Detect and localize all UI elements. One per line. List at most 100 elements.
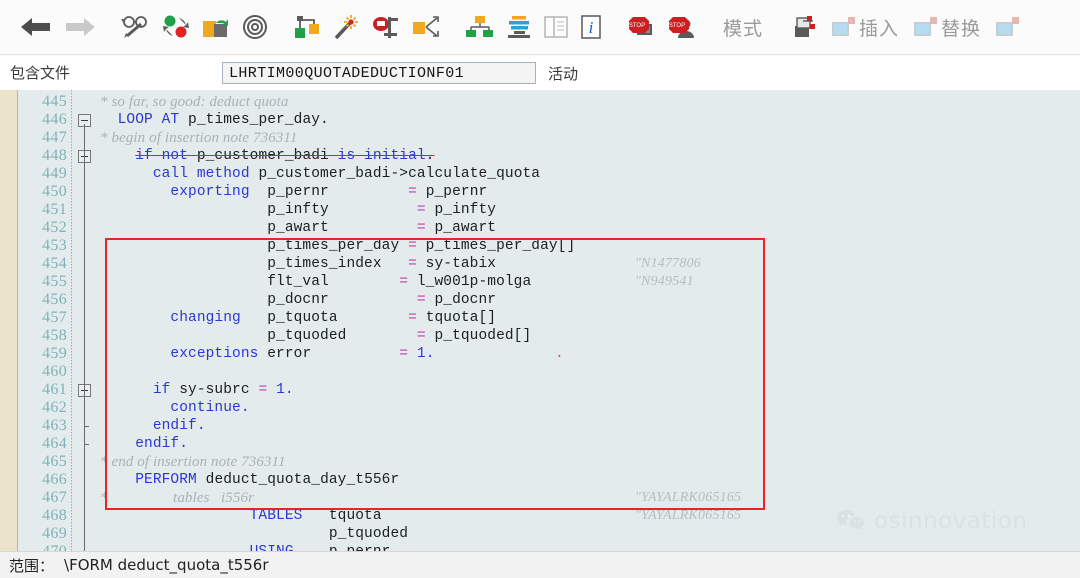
- line-code: if not p_customer_badi is initial.: [135, 148, 435, 164]
- line-code: p_tquoded = p_tquoded[]: [100, 328, 532, 344]
- line-code: p_awart = p_awart: [100, 220, 497, 236]
- code-line[interactable]: 461 if sy-subrc = 1.: [0, 381, 1080, 399]
- code-line[interactable]: 459 exceptions error = 1..: [0, 345, 1080, 363]
- red-flag-activate-icon[interactable]: [366, 5, 406, 49]
- mode-menu[interactable]: 模式: [716, 5, 772, 49]
- line-number: 458: [42, 327, 67, 344]
- code-line[interactable]: 457 changing p_tquota = tquota[]: [0, 309, 1080, 327]
- info-icon[interactable]: i: [574, 5, 608, 49]
- code-line[interactable]: 448 if not p_customer_badi is initial.: [0, 147, 1080, 165]
- back-arrow-icon[interactable]: [14, 5, 58, 49]
- code-line[interactable]: 455 flt_val = l_w001p-molga ″N949541: [0, 273, 1080, 291]
- line-number: 461: [42, 381, 67, 398]
- line-number: 467: [42, 489, 67, 506]
- spiral-pattern-icon[interactable]: [236, 5, 274, 49]
- code-line[interactable]: 449 call method p_customer_badi->calcula…: [0, 165, 1080, 183]
- hierarchy-icon[interactable]: [460, 5, 500, 49]
- line-note-comment: ″YAYALRK065165: [635, 508, 742, 523]
- user-breakpoint-icon[interactable]: STOP: [662, 5, 702, 49]
- line-code: p_tquoded: [100, 526, 409, 542]
- code-line[interactable]: 447 * begin of insertion note 736311: [0, 129, 1080, 147]
- line-code: p_docnr = p_docnr: [100, 292, 497, 308]
- line-code: LOOP AT p_times_per_day.: [117, 112, 329, 128]
- inline-marker: .: [555, 346, 564, 362]
- code-line[interactable]: 452 p_awart = p_awart: [0, 219, 1080, 237]
- replace-button[interactable]: 替换: [908, 5, 990, 49]
- line-number: 469: [42, 525, 67, 542]
- code-line[interactable]: 450 exporting p_pernr = p_pernr: [0, 183, 1080, 201]
- line-note-comment: ″N949541: [635, 274, 694, 289]
- sap-abap-editor-window: i STOP STOP 模式 插入 替换 包含文件 LHRTIM00QUOTAD…: [0, 0, 1080, 578]
- code-line[interactable]: 445 * so far, so good: deduct quota: [0, 93, 1080, 111]
- line-code: * so far, so good: deduct quota: [100, 94, 289, 110]
- svg-text:STOP: STOP: [669, 23, 685, 29]
- object-name-field[interactable]: LHRTIM00QUOTADEDUCTIONF01: [222, 62, 536, 84]
- line-number: 455: [42, 273, 67, 290]
- line-number: 453: [42, 237, 67, 254]
- line-code: USING p_pernr: [100, 543, 391, 551]
- line-number: 459: [42, 345, 67, 362]
- detach-button[interactable]: [990, 5, 1032, 49]
- code-line[interactable]: 466 PERFORM deduct_quota_day_t556r: [0, 471, 1080, 489]
- line-note-comment: ″N1477806: [635, 256, 701, 271]
- line-code: changing p_tquota = tquota[]: [170, 310, 497, 326]
- code-line[interactable]: 464 endif.: [0, 435, 1080, 453]
- wechat-watermark: osinnovation: [836, 508, 1027, 534]
- line-code: continue.: [170, 400, 250, 416]
- code-line[interactable]: 467 * tables i556r ″YAYALRK065165: [0, 489, 1080, 507]
- line-number: 445: [42, 93, 67, 110]
- code-line[interactable]: 446 LOOP AT p_times_per_day.: [0, 111, 1080, 129]
- line-number: 457: [42, 309, 67, 326]
- line-code: flt_val = l_w001p-molga: [100, 274, 532, 290]
- line-number: 454: [42, 255, 67, 272]
- line-code: * end of insertion note 736311: [100, 454, 286, 470]
- flow-boxes-icon[interactable]: [288, 5, 328, 49]
- replace-label: 替换: [941, 17, 982, 40]
- code-line[interactable]: 463 endif.: [0, 417, 1080, 435]
- code-line[interactable]: 460: [0, 363, 1080, 381]
- line-number: 447: [42, 129, 67, 146]
- line-number: 463: [42, 417, 67, 434]
- code-line[interactable]: 470 USING p_pernr: [0, 543, 1080, 551]
- line-code: PERFORM deduct_quota_day_t556r: [135, 472, 400, 488]
- main-toolbar: i STOP STOP 模式 插入 替换: [0, 0, 1080, 55]
- glasses-pencil-icon[interactable]: [116, 5, 156, 49]
- code-editor-area[interactable]: 445 * so far, so good: deduct quota 446 LO…: [0, 90, 1080, 551]
- code-line[interactable]: 456 p_docnr = p_docnr: [0, 291, 1080, 309]
- forward-arrow-icon[interactable]: [58, 5, 102, 49]
- refresh-two-circles-icon[interactable]: [156, 5, 196, 49]
- line-number: 468: [42, 507, 67, 524]
- stack-layers-icon[interactable]: [500, 5, 538, 49]
- insert-button[interactable]: 插入: [826, 5, 908, 49]
- folder-arrow-icon[interactable]: [196, 5, 236, 49]
- code-line[interactable]: 458 p_tquoded = p_tquoded[]: [0, 327, 1080, 345]
- breakpoint-stop-icon[interactable]: STOP: [622, 5, 662, 49]
- box-arrows-whereused-icon[interactable]: [406, 5, 446, 49]
- toolbar-separator-1: [102, 5, 116, 49]
- code-line[interactable]: 465 * end of insertion note 736311: [0, 453, 1080, 471]
- line-note-comment: ″YAYALRK065165: [635, 490, 742, 505]
- toolbar-spacer-left: [0, 5, 14, 49]
- toolbar-separator-5: [702, 5, 716, 49]
- scope-value: \FORM deduct_quota_t556r: [64, 556, 269, 574]
- line-code: * begin of insertion note 736311: [100, 130, 298, 146]
- toolbar-separator-2: [274, 5, 288, 49]
- code-line[interactable]: 462 continue.: [0, 399, 1080, 417]
- line-code: endif.: [152, 418, 206, 434]
- code-lines-container[interactable]: 445 * so far, so good: deduct quota 446 LO…: [0, 90, 1080, 551]
- line-number: 464: [42, 435, 67, 452]
- line-code: if sy-subrc = 1.: [152, 382, 294, 398]
- svg-text:i: i: [589, 18, 594, 37]
- status-bar: 范围： \FORM deduct_quota_t556r: [0, 551, 1080, 578]
- two-pane-split-icon[interactable]: [538, 5, 574, 49]
- line-number: 462: [42, 399, 67, 416]
- magic-wand-icon[interactable]: [328, 5, 366, 49]
- scope-label: 范围：: [9, 556, 55, 575]
- compare-docs-icon[interactable]: [786, 5, 826, 49]
- code-line[interactable]: 451 p_infty = p_infty: [0, 201, 1080, 219]
- code-line[interactable]: 453 p_times_per_day = p_times_per_day[]: [0, 237, 1080, 255]
- code-line[interactable]: 454 p_times_index = sy-tabix ″N1477806: [0, 255, 1080, 273]
- toolbar-separator-3: [446, 5, 460, 49]
- insert-label: 插入: [859, 17, 900, 40]
- wechat-icon: [837, 510, 864, 530]
